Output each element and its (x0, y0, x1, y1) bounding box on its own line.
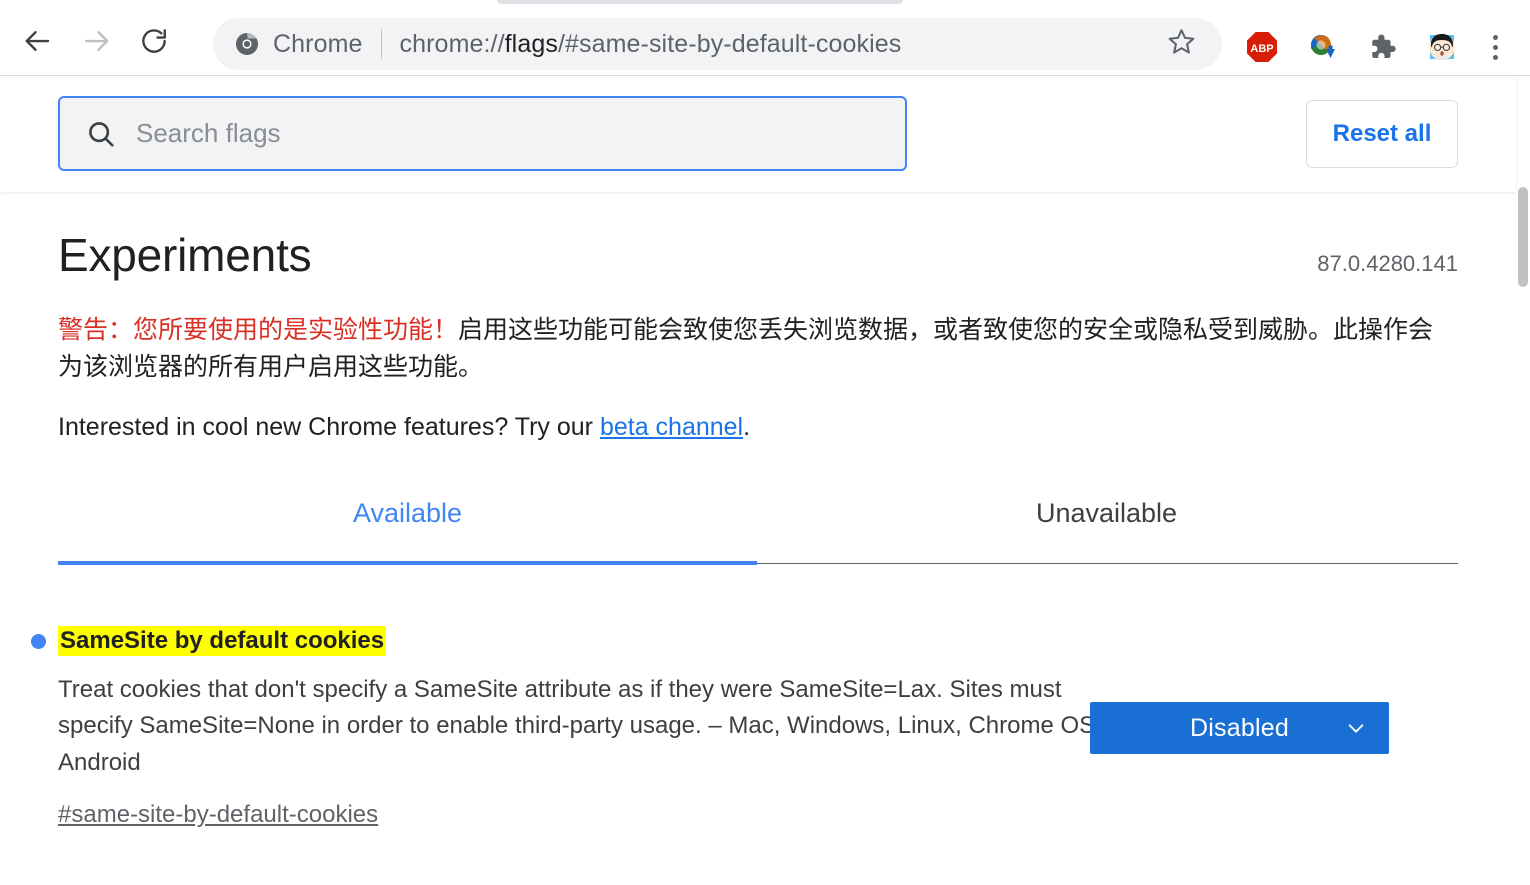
flags-page-body: Experiments 87.0.4280.141 警告：您所要使用的是实验性功… (0, 192, 1516, 885)
flag-description: Treat cookies that don't specify a SameS… (58, 676, 1102, 776)
warning-red-text: 警告：您所要使用的是实验性功能！ (58, 316, 459, 344)
menu-dot (1492, 54, 1498, 60)
bookmark-star-button[interactable] (1158, 21, 1204, 67)
flags-tablist: Available Unavailable (58, 498, 1458, 565)
page-scrollbar-track[interactable] (1516, 77, 1530, 885)
flag-entry-same-site-by-default-cookies: SameSite by default cookies Treat cookie… (31, 626, 1458, 829)
reload-button[interactable] (130, 17, 178, 65)
beta-suffix-text: . (743, 413, 751, 441)
reset-all-label: Reset all (1332, 120, 1432, 147)
address-bar[interactable]: Chrome chrome://flags/#same-site-by-defa… (213, 18, 1222, 70)
chrome-menu-icon[interactable] (1480, 23, 1510, 71)
internet-download-manager-icon[interactable] (1298, 23, 1346, 71)
beta-channel-link[interactable]: beta channel (600, 413, 743, 441)
star-icon (1167, 27, 1196, 61)
flag-permalink[interactable]: #same-site-by-default-cookies (58, 801, 378, 829)
url-emphasis: flags (504, 29, 558, 58)
chrome-logo-icon (235, 32, 259, 56)
flag-state-select[interactable]: Disabled (1090, 702, 1389, 754)
search-input[interactable] (136, 118, 876, 149)
tab-available[interactable]: Available (58, 498, 757, 563)
arrow-left-icon (23, 26, 53, 56)
tab-unavailable[interactable]: Unavailable (757, 498, 1456, 563)
profile-avatar-icon[interactable] (1418, 23, 1466, 71)
search-flags-box[interactable] (58, 96, 907, 171)
reset-all-button[interactable]: Reset all (1306, 100, 1458, 168)
menu-dot (1492, 34, 1498, 40)
chevron-down-icon (1345, 717, 1367, 739)
url-prefix: chrome:// (399, 29, 505, 58)
flag-text-column: SameSite by default cookies Treat cookie… (58, 626, 1113, 829)
reload-icon (139, 26, 169, 56)
extensions-puzzle-icon[interactable] (1358, 23, 1406, 71)
flag-modified-dot-icon (31, 634, 46, 649)
omnibox-url-text[interactable]: chrome://flags/#same-site-by-default-coo… (400, 30, 1158, 59)
flag-title: SameSite by default cookies (58, 626, 387, 656)
page-scrollbar-thumb[interactable] (1518, 187, 1528, 287)
menu-dot (1492, 44, 1498, 50)
omnibox-scheme-label: Chrome (273, 29, 363, 58)
browser-toolbar: Chrome chrome://flags/#same-site-by-defa… (0, 6, 1530, 76)
active-tab-indicator (58, 561, 757, 565)
arrow-right-icon (81, 26, 111, 56)
chrome-version-label: 87.0.4280.141 (1317, 251, 1458, 276)
beta-channel-line: Interested in cool new Chrome features? … (58, 413, 1458, 442)
search-icon (86, 119, 116, 149)
back-button[interactable] (14, 17, 62, 65)
active-tab-bottom-edge (497, 0, 903, 4)
forward-button[interactable] (72, 17, 120, 65)
beta-prefix-text: Interested in cool new Chrome features? … (58, 413, 600, 441)
page-title-row: Experiments 87.0.4280.141 (58, 192, 1458, 282)
toolbar-action-icons: ABP (1232, 12, 1530, 82)
svg-text:ABP: ABP (1250, 43, 1273, 55)
omnibox-divider (380, 29, 382, 59)
flag-state-value: Disabled (1190, 713, 1289, 742)
experiments-warning: 警告：您所要使用的是实验性功能！启用这些功能可能会致使您丢失浏览数据，或者致使您… (58, 312, 1458, 385)
url-suffix: /#same-site-by-default-cookies (557, 29, 902, 58)
flag-title-row: SameSite by default cookies (58, 626, 1113, 656)
page-title: Experiments (58, 229, 312, 281)
adblock-plus-extension-icon[interactable]: ABP (1238, 23, 1286, 71)
